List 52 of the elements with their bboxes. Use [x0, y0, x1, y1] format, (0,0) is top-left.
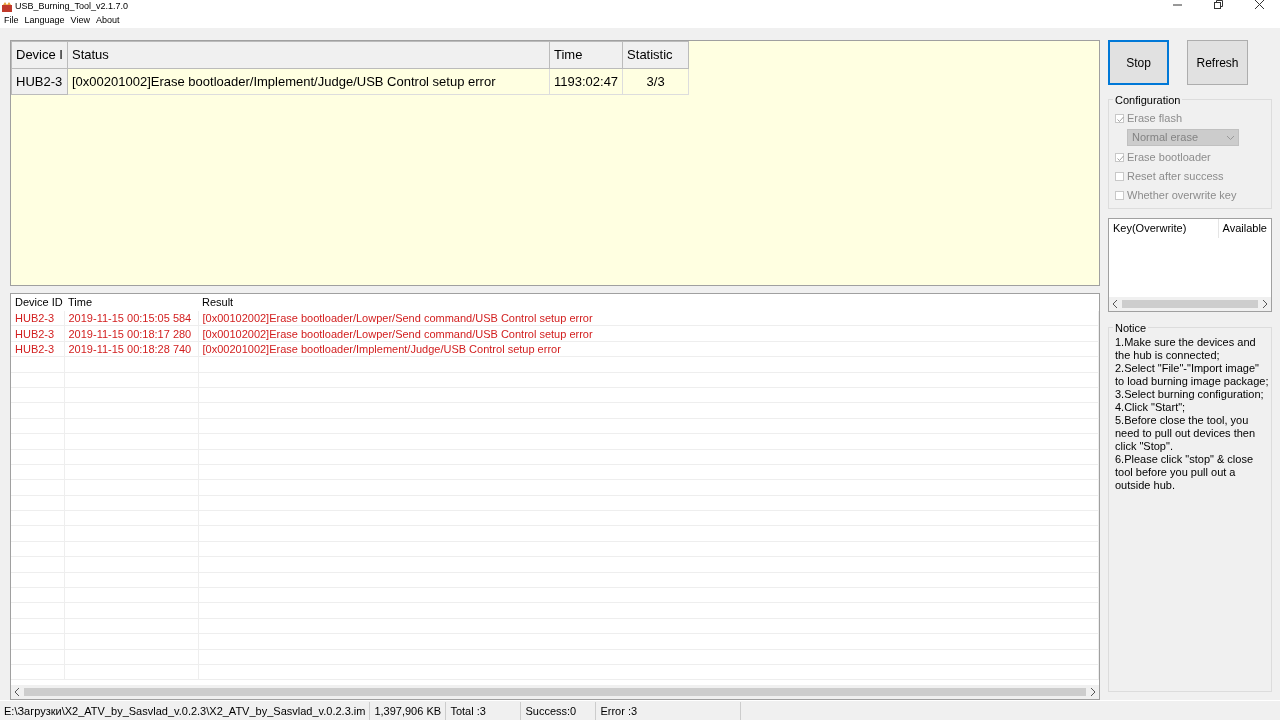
- table-cell: HUB2-3: [11, 341, 64, 357]
- chevron-down-icon: [1227, 135, 1234, 140]
- table-cell: [0x00201002]Erase bootloader/Implement/Judge/USB Control setup error: [198, 341, 1099, 357]
- scroll-right-icon[interactable]: [1090, 688, 1096, 696]
- notice-text: 4.Click "Start";: [1115, 401, 1187, 414]
- status-text: 1,397,906 KB: [370, 701, 447, 720]
- horizontal-scrollbar[interactable]: [1109, 297, 1271, 311]
- scroll-left-icon[interactable]: [1112, 300, 1118, 308]
- table-cell: 3/3: [622, 68, 689, 95]
- checkbox-label: Whether overwrite key: [1127, 187, 1237, 203]
- table-cell: 1193:02:47: [549, 68, 623, 95]
- horizontal-scrollbar[interactable]: [11, 685, 1099, 699]
- notice-text: 3.Select burning configuration;: [1115, 388, 1265, 401]
- menu-item[interactable]: Language: [24, 14, 65, 28]
- table-cell: [0x00102002]Erase bootloader/Lowper/Send command/USB Control setup error: [198, 325, 1099, 342]
- column-header[interactable]: Time: [64, 294, 198, 311]
- notice-text: 1.Make sure the devices and the hub is connected;: [1115, 336, 1257, 362]
- status-text: Success:0: [521, 701, 597, 720]
- scroll-left-icon[interactable]: [14, 688, 20, 696]
- column-header[interactable]: Device I: [11, 41, 68, 69]
- status-text: Total :3: [446, 701, 522, 720]
- column-header[interactable]: Status: [67, 41, 550, 69]
- column-header[interactable]: Statistic: [622, 41, 689, 69]
- stop-button[interactable]: Stop: [1108, 40, 1169, 85]
- table-cell: 2019-11-15 00:18:28 740: [64, 341, 198, 357]
- table-cell: HUB2-3: [11, 310, 64, 326]
- table-cell: HUB2-3: [11, 68, 68, 95]
- menu-item[interactable]: File: [4, 14, 19, 28]
- table-cell: [0x00102002]Erase bootloader/Lowper/Send command/USB Control setup error: [198, 310, 1099, 326]
- table-cell: 2019-11-15 00:18:17 280: [64, 325, 198, 342]
- restore-icon[interactable]: [1214, 0, 1223, 9]
- menu-item[interactable]: About: [95, 14, 120, 28]
- column-header[interactable]: Result: [198, 294, 1099, 311]
- status-text: E:\Загрузки\X2_ATV_by_Sasvlad_v.0.2.3\X2_ATV_by_Sasvlad_v.0.2.3.im: [0, 701, 371, 720]
- checkbox-label: Erase bootloader: [1127, 149, 1211, 165]
- menu-item[interactable]: View: [70, 14, 90, 28]
- app-icon: [2, 2, 12, 12]
- table-cell: 2019-11-15 00:15:05 584: [64, 310, 198, 326]
- checkbox-label: Reset after success: [1127, 168, 1224, 184]
- column-header[interactable]: Time: [549, 41, 623, 69]
- notice-text: 5.Before close the tool, you need to pull out devices then click "Stop".: [1115, 414, 1257, 453]
- notice-text: 6.Please click "stop" & close tool before you pull out a outside hub.: [1115, 453, 1255, 492]
- status-text: Error :3: [596, 701, 742, 720]
- close-icon[interactable]: [1255, 0, 1264, 9]
- checkbox-label: Erase flash: [1127, 110, 1183, 126]
- table-cell: HUB2-3: [11, 325, 64, 342]
- column-header[interactable]: Device ID: [11, 294, 64, 311]
- table-cell: [0x00201002]Erase bootloader/Implement/Judge/USB Control setup error: [67, 68, 550, 95]
- window-title: USB_Burning_Tool_v2.1.7.0: [15, 0, 130, 14]
- notice-text: 2.Select "File"-"Import image" to load burning image package;: [1115, 362, 1269, 388]
- scroll-right-icon[interactable]: [1262, 300, 1268, 308]
- refresh-button[interactable]: Refresh: [1187, 40, 1248, 85]
